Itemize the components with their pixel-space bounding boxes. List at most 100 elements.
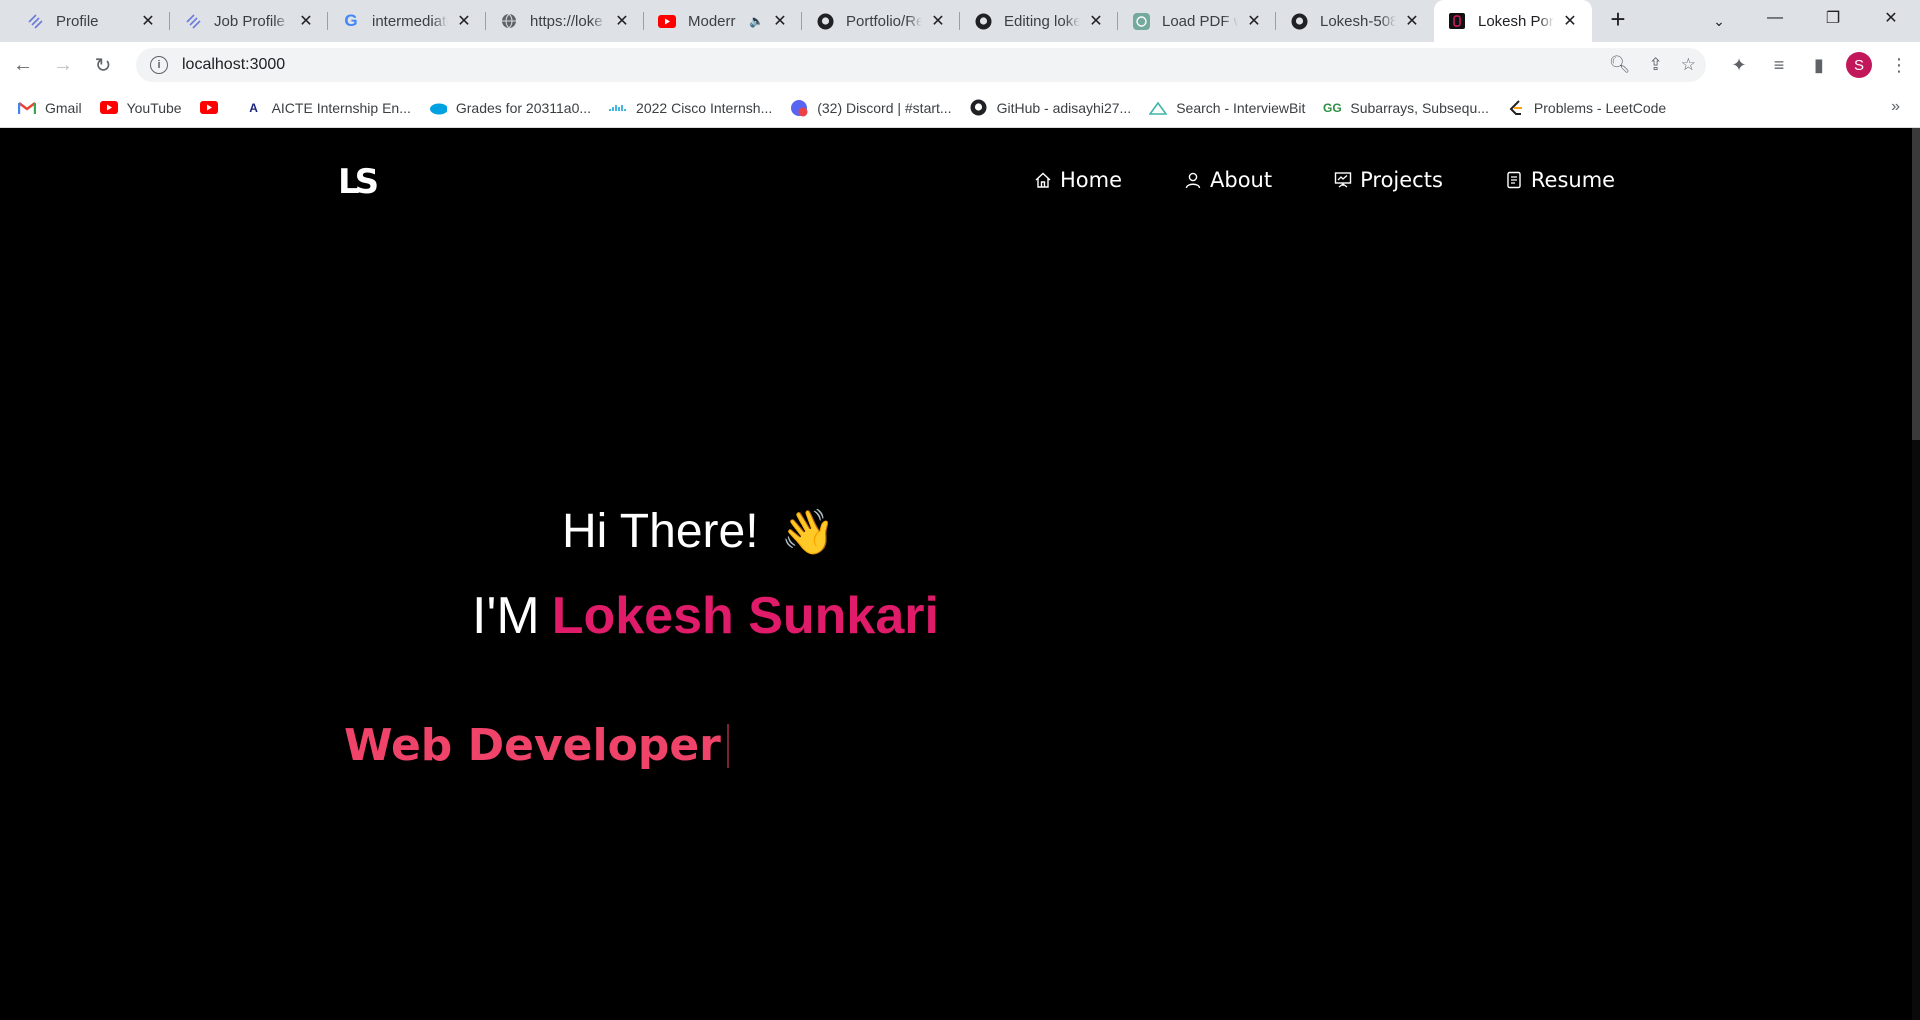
close-icon[interactable]: ✕ bbox=[1086, 11, 1106, 31]
nav-home[interactable]: Home bbox=[1034, 168, 1122, 192]
tab-title: Lokesh Port bbox=[1478, 12, 1554, 30]
gmail-icon bbox=[18, 99, 36, 117]
tab-github-editing[interactable]: Editing loke ✕ bbox=[960, 0, 1118, 42]
menu-icon[interactable]: ⋮ bbox=[1886, 52, 1912, 78]
projects-icon bbox=[1334, 171, 1352, 189]
tab-title: Moderr bbox=[688, 12, 736, 30]
minimize-button[interactable]: — bbox=[1746, 0, 1804, 36]
portfolio-page: LS Home About Projects Resume Hi There! … bbox=[0, 128, 1920, 1020]
media-control-icon[interactable]: ≡ bbox=[1766, 52, 1792, 78]
close-icon[interactable]: ✕ bbox=[612, 11, 632, 31]
bookmark-youtube[interactable]: YouTube bbox=[99, 99, 182, 117]
stripes-icon bbox=[26, 12, 44, 30]
toolbar-right: ✦ ≡ ▮ S ⋮ bbox=[1726, 48, 1912, 82]
nav-label: Home bbox=[1060, 168, 1123, 192]
forward-button[interactable]: → bbox=[46, 48, 80, 82]
url-text[interactable]: localhost:3000 bbox=[182, 56, 285, 74]
speaker-icon[interactable]: 🔈 bbox=[749, 14, 764, 28]
bookmark-star-icon[interactable]: ☆ bbox=[1681, 55, 1696, 75]
more-bookmarks-icon[interactable]: » bbox=[1891, 98, 1900, 116]
close-icon[interactable]: ✕ bbox=[1402, 11, 1422, 31]
nav-projects[interactable]: Projects bbox=[1334, 168, 1443, 192]
close-icon[interactable]: ✕ bbox=[454, 11, 474, 31]
greeting-text: Hi There! bbox=[562, 505, 759, 558]
tab-title: https://loke bbox=[530, 12, 603, 30]
window-controls: — ❐ ✕ bbox=[1746, 0, 1920, 42]
tab-search-icon[interactable]: ⌄ bbox=[1704, 6, 1734, 36]
bookmark-label: Problems - LeetCode bbox=[1533, 99, 1667, 116]
nav-label: Projects bbox=[1360, 168, 1443, 192]
bookmark-label: Subarrays, Subsequ... bbox=[1350, 99, 1489, 116]
nav-about[interactable]: About bbox=[1184, 168, 1272, 192]
extensions-icon[interactable]: ✦ bbox=[1726, 52, 1752, 78]
tab-title: Profile bbox=[56, 12, 99, 30]
bookmark-discord[interactable]: (32) Discord | #start... bbox=[790, 99, 952, 117]
tab-profile[interactable]: Profile ✕ bbox=[12, 0, 170, 42]
github-icon bbox=[974, 12, 992, 30]
bookmark-gfg[interactable]: GG Subarrays, Subsequ... bbox=[1323, 99, 1489, 117]
zoom-icon[interactable]: 🔍︎ bbox=[1609, 55, 1631, 75]
bookmarks-bar: Gmail YouTube A AICTE Internship En... G… bbox=[0, 88, 1920, 128]
stripes-icon bbox=[184, 12, 202, 30]
bookmark-label: 2022 Cisco Internsh... bbox=[636, 99, 773, 116]
scrollbar-thumb[interactable] bbox=[1912, 128, 1920, 440]
youtube-icon bbox=[199, 99, 218, 117]
new-tab-button[interactable]: + bbox=[1600, 2, 1636, 38]
site-info-icon[interactable]: i bbox=[150, 56, 168, 74]
close-icon[interactable]: ✕ bbox=[1560, 11, 1580, 31]
typing-cursor bbox=[726, 723, 729, 768]
bookmark-cisco[interactable]: 2022 Cisco Internsh... bbox=[609, 99, 772, 117]
bookmark-label: Search - InterviewBit bbox=[1176, 99, 1306, 116]
bookmark-gmail[interactable]: Gmail bbox=[18, 99, 82, 117]
tab-google-search[interactable]: G intermediate ✕ bbox=[328, 0, 486, 42]
back-button[interactable]: ← bbox=[6, 48, 40, 82]
close-icon[interactable]: ✕ bbox=[928, 11, 948, 31]
nav-label: Resume bbox=[1530, 168, 1616, 192]
close-icon[interactable]: ✕ bbox=[296, 11, 316, 31]
tab-github-lokesh[interactable]: Lokesh-508 ✕ bbox=[1276, 0, 1434, 42]
tab-youtube[interactable]: Moderr 🔈 ✕ bbox=[644, 0, 802, 42]
cisco-icon bbox=[609, 99, 627, 117]
close-icon[interactable]: ✕ bbox=[770, 11, 790, 31]
bookmark-aicte[interactable]: A AICTE Internship En... bbox=[245, 99, 411, 117]
tab-job-profile[interactable]: Job Profile ✕ bbox=[170, 0, 328, 42]
tab-title: Editing loke bbox=[1004, 12, 1080, 30]
nav-label: About bbox=[1210, 168, 1273, 192]
reload-button[interactable]: ↻ bbox=[86, 48, 120, 82]
close-icon[interactable]: ✕ bbox=[138, 11, 158, 31]
close-icon[interactable]: ✕ bbox=[1244, 11, 1264, 31]
github-icon bbox=[1290, 12, 1308, 30]
bookmark-github[interactable]: GitHub - adisayhi27... bbox=[970, 99, 1131, 117]
intro-prefix: I'M bbox=[472, 587, 540, 645]
bookmark-label: YouTube bbox=[126, 99, 182, 116]
site-logo[interactable]: LS bbox=[338, 162, 379, 202]
nav-resume[interactable]: Resume bbox=[1505, 168, 1615, 192]
site-nav: Home About Projects Resume bbox=[1034, 168, 1615, 192]
aicte-icon: A bbox=[249, 100, 258, 115]
user-icon bbox=[1184, 171, 1202, 189]
gfg-icon: GG bbox=[1323, 100, 1342, 115]
tab-lokesh-portfolio[interactable]: Lokesh Port ✕ bbox=[1434, 0, 1592, 42]
bookmark-label: Grades for 20311a0... bbox=[455, 99, 592, 116]
home-icon bbox=[1034, 171, 1052, 189]
restore-button[interactable]: ❐ bbox=[1804, 0, 1862, 36]
tab-url[interactable]: https://loke ✕ bbox=[486, 0, 644, 42]
side-panel-icon[interactable]: ▮ bbox=[1806, 52, 1832, 78]
close-window-button[interactable]: ✕ bbox=[1862, 0, 1920, 36]
address-bar[interactable]: i localhost:3000 🔍︎ ⇪ ☆ bbox=[136, 48, 1706, 82]
share-icon[interactable]: ⇪ bbox=[1649, 55, 1663, 75]
bookmark-grades[interactable]: Grades for 20311a0... bbox=[429, 99, 591, 117]
author-name: Lokesh Sunkari bbox=[551, 587, 939, 645]
tab-github-portfolio[interactable]: Portfolio/Re ✕ bbox=[802, 0, 960, 42]
google-icon: G bbox=[344, 11, 358, 30]
bookmark-label: AICTE Internship En... bbox=[271, 99, 411, 116]
greeting-heading: Hi There! 👋 bbox=[562, 504, 835, 559]
bookmark-label: (32) Discord | #start... bbox=[817, 99, 952, 116]
bookmark-interviewbit[interactable]: Search - InterviewBit bbox=[1149, 99, 1305, 117]
bookmark-leetcode[interactable]: Problems - LeetCode bbox=[1507, 99, 1666, 117]
tab-chatgpt[interactable]: Load PDF w ✕ bbox=[1118, 0, 1276, 42]
globe-icon bbox=[500, 12, 518, 30]
avatar[interactable]: S bbox=[1846, 52, 1872, 78]
bookmark-youtube-2[interactable] bbox=[199, 99, 227, 117]
page-scrollbar[interactable] bbox=[1912, 128, 1920, 1020]
